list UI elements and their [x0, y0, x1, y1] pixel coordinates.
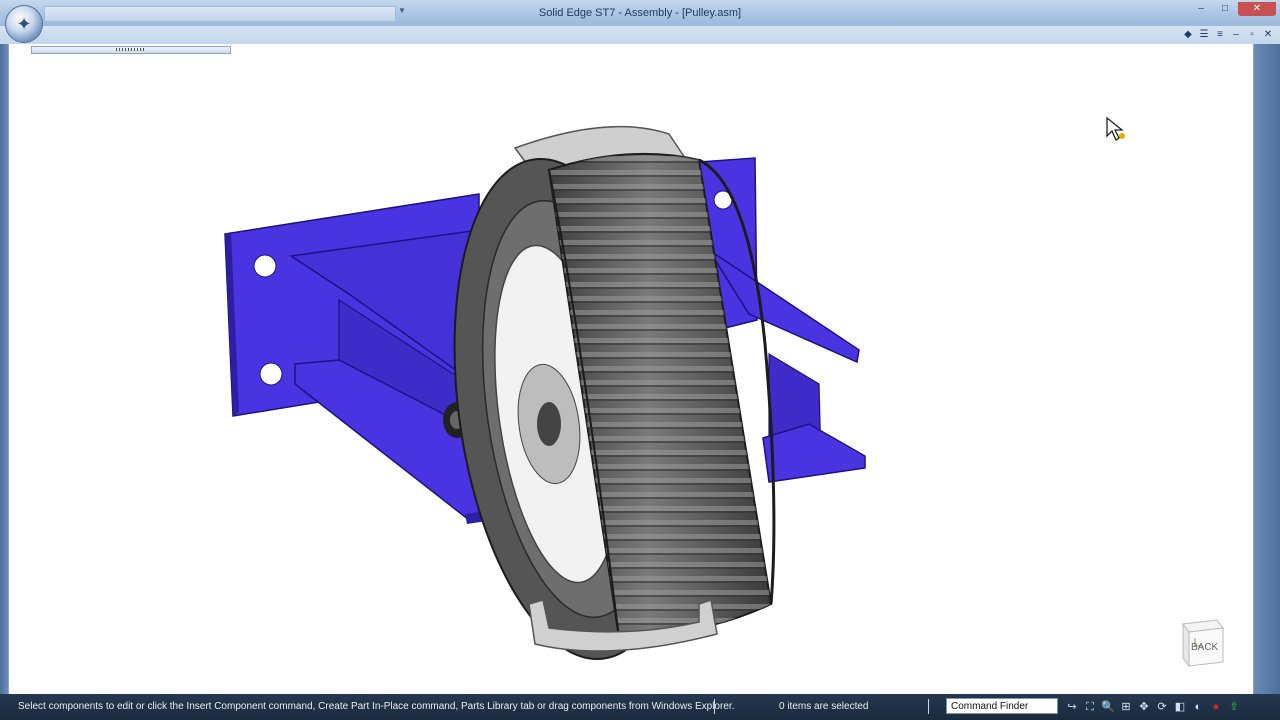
- view-tools: ↪ ⛶ 🔍 ⊞ ✥ ⟳ ◧ ◐ ● ⇧: [1064, 699, 1242, 715]
- pulley-assembly-model[interactable]: [9, 44, 1253, 694]
- doc-close-icon[interactable]: ✕: [1262, 26, 1274, 44]
- window-title: Solid Edge ST7 - Assembly - [Pulley.asm]: [538, 7, 742, 19]
- status-divider: [928, 699, 929, 714]
- right-border: [1252, 44, 1280, 694]
- pan-icon[interactable]: ✥: [1136, 699, 1152, 715]
- doc-minimize-icon[interactable]: –: [1230, 26, 1242, 44]
- status-bar: Select components to edit or click the I…: [0, 694, 1280, 720]
- record-icon[interactable]: ●: [1208, 699, 1224, 715]
- view-cube[interactable]: BACK: [1173, 618, 1225, 670]
- status-divider: [714, 699, 715, 714]
- fit-icon[interactable]: ⛶: [1082, 699, 1098, 715]
- solid-edge-logo-icon: ✦: [16, 14, 32, 34]
- zoom-icon[interactable]: 🔍: [1100, 699, 1116, 715]
- rotate-icon[interactable]: ⟳: [1154, 699, 1170, 715]
- upload-icon[interactable]: ⇧: [1226, 699, 1242, 715]
- minimize-button[interactable]: –: [1190, 2, 1212, 16]
- ribbon-bar: ◆ ☰ ≡ – ▫ ✕: [0, 26, 1280, 45]
- close-button[interactable]: ✕: [1238, 2, 1276, 16]
- maximize-button[interactable]: □: [1214, 2, 1236, 16]
- view-cube-label: BACK: [1191, 642, 1219, 653]
- status-prompt: Select components to edit or click the I…: [18, 701, 735, 712]
- graphics-window[interactable]: BACK: [8, 44, 1254, 694]
- mouse-cursor-icon: [1106, 116, 1125, 141]
- selection-count: 0 items are selected: [779, 701, 869, 712]
- ribbon-icons: ◆ ☰ ≡ – ▫ ✕: [1182, 26, 1274, 44]
- help-icon[interactable]: ◆: [1182, 26, 1194, 44]
- application-button[interactable]: ✦: [6, 6, 42, 42]
- doc-restore-icon[interactable]: ▫: [1246, 26, 1258, 44]
- options-icon[interactable]: ≡: [1214, 26, 1226, 44]
- menu-icon[interactable]: ☰: [1198, 26, 1210, 44]
- view-icon[interactable]: ◧: [1172, 699, 1188, 715]
- left-border: [0, 44, 8, 694]
- title-bar: ▼ Solid Edge ST7 - Assembly - [Pulley.as…: [0, 0, 1280, 26]
- zoom-area-icon[interactable]: ⊞: [1118, 699, 1134, 715]
- arrow-icon[interactable]: ↪: [1064, 699, 1080, 715]
- style-icon[interactable]: ◐: [1190, 699, 1206, 715]
- command-finder-input[interactable]: Command Finder: [946, 698, 1058, 714]
